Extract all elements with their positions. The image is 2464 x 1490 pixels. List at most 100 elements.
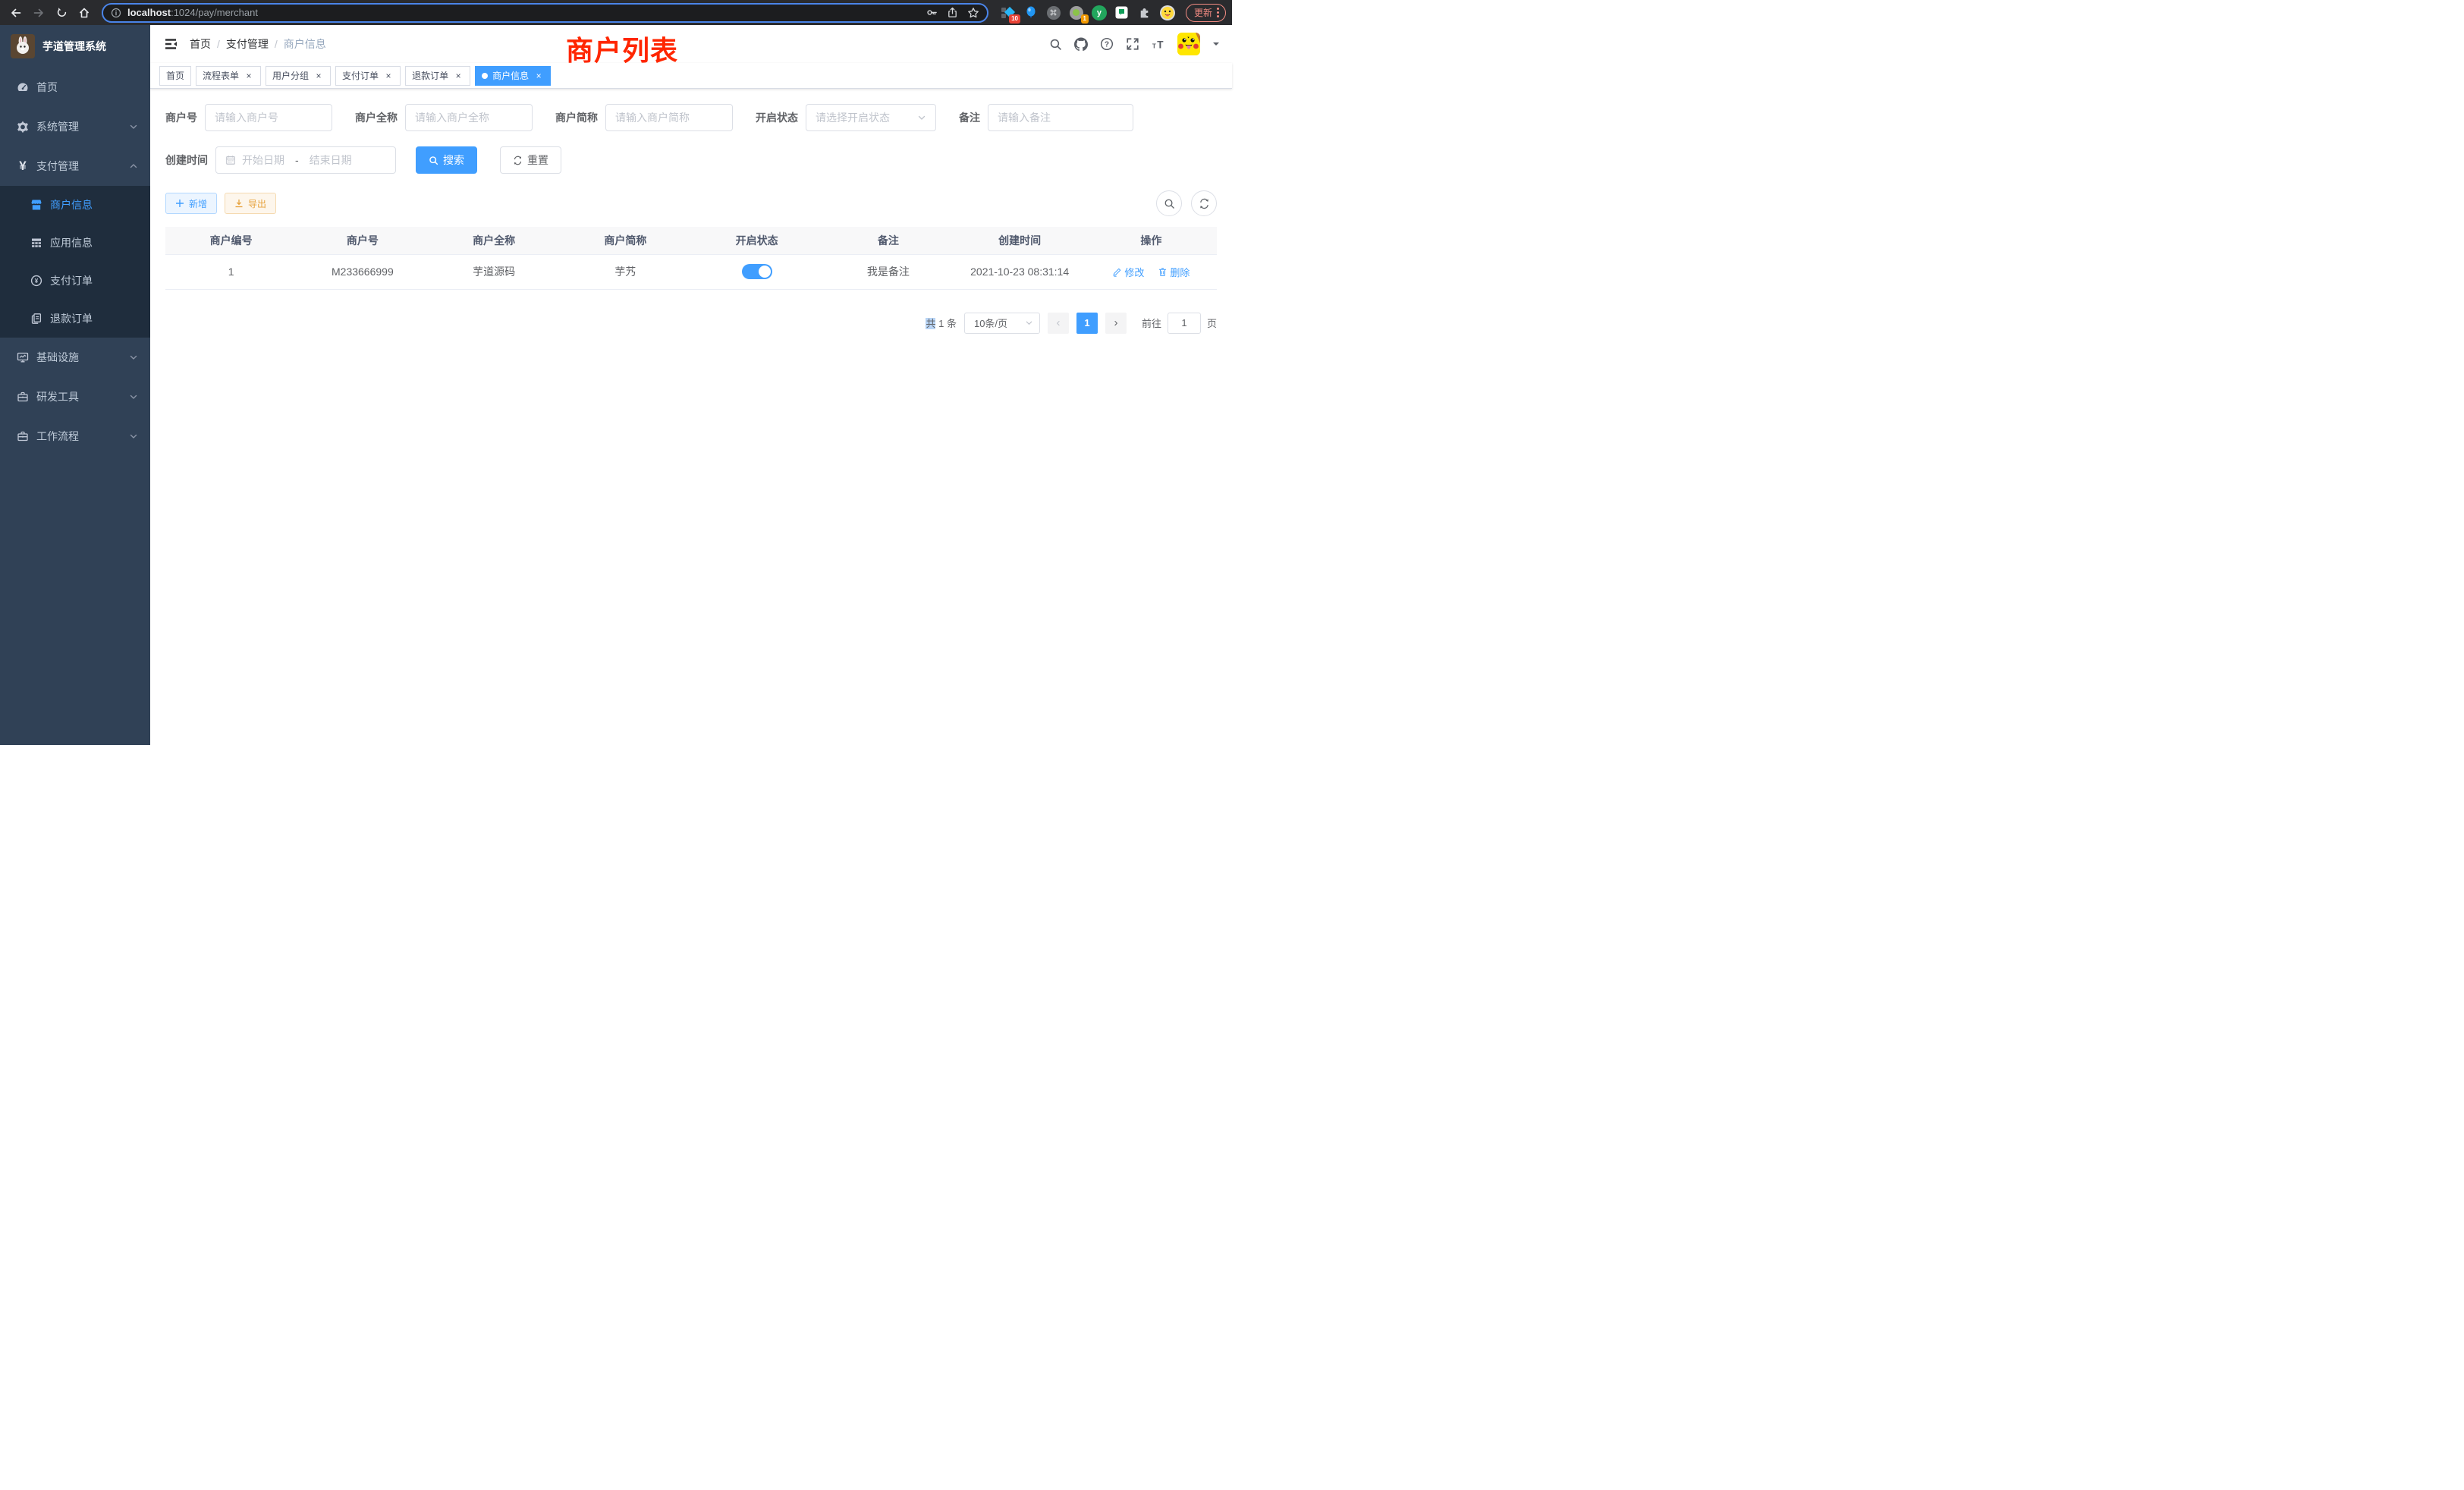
export-button[interactable]: 导出	[225, 193, 276, 214]
page-number-button[interactable]: 1	[1076, 313, 1098, 334]
sidebar-item-label: 首页	[36, 80, 58, 95]
close-icon[interactable]: ×	[533, 71, 544, 81]
close-icon[interactable]: ×	[383, 71, 394, 81]
pagination-total: 共 1 条	[926, 316, 957, 330]
breadcrumb-payment[interactable]: 支付管理	[226, 36, 269, 52]
extension-green-y-icon[interactable]: y	[1092, 5, 1107, 20]
start-date-input[interactable]: 开始日期	[242, 152, 284, 168]
sidebar-item-dev-tools[interactable]: 研发工具	[0, 377, 150, 417]
sidebar-item-system[interactable]: 系统管理	[0, 107, 150, 146]
sidebar-item-refund-orders[interactable]: 退款订单	[0, 300, 150, 338]
url-text[interactable]: localhost:1024/pay/merchant	[127, 7, 258, 18]
table-header-row: 商户编号 商户号 商户全称 商户简称 开启状态 备注 创建时间 操作	[165, 227, 1217, 254]
extension-diamond-icon[interactable]: 10	[1001, 5, 1016, 20]
cell-short-name: 芋艿	[560, 254, 691, 289]
extension-hangouts-icon[interactable]	[1114, 5, 1130, 20]
merchant-no-input[interactable]	[215, 112, 322, 124]
filter-label: 备注	[959, 110, 980, 125]
calendar-icon	[225, 155, 236, 165]
app-logo[interactable]: 芋道管理系统	[0, 25, 150, 68]
short-name-input[interactable]	[615, 112, 723, 124]
browser-home-icon[interactable]	[74, 3, 94, 23]
dashboard-icon	[17, 81, 29, 93]
filter-label: 商户号	[165, 110, 197, 125]
breadcrumb-separator: /	[275, 38, 278, 50]
edit-link[interactable]: 修改	[1112, 265, 1144, 279]
help-icon[interactable]: ?	[1100, 37, 1114, 51]
tag-home[interactable]: 首页	[159, 66, 191, 86]
status-toggle[interactable]	[742, 264, 772, 279]
sidebar-item-workflow[interactable]: 工作流程	[0, 417, 150, 456]
sidebar-item-label: 商户信息	[50, 197, 93, 212]
sidebar-item-app-info[interactable]: 应用信息	[0, 224, 150, 262]
close-icon[interactable]: ×	[313, 71, 324, 81]
end-date-input[interactable]: 结束日期	[310, 152, 352, 168]
page-content: 商户号 商户全称 商户简称 开启状态 请选择开启状态	[150, 89, 1232, 745]
add-button[interactable]: 新增	[165, 193, 217, 214]
full-name-input[interactable]	[415, 112, 523, 124]
filter-short-name: 商户简称	[555, 104, 733, 131]
github-icon[interactable]	[1074, 37, 1088, 51]
fullscreen-icon[interactable]	[1126, 37, 1139, 51]
breadcrumb-current: 商户信息	[284, 36, 326, 52]
app-header: 首页 / 支付管理 / 商户信息 ?	[150, 25, 1232, 63]
bookmark-star-icon[interactable]	[967, 7, 979, 19]
filter-label: 创建时间	[165, 152, 208, 168]
sidebar-item-label: 基础设施	[36, 350, 79, 365]
close-icon[interactable]: ×	[244, 71, 254, 81]
pagination: 共 1 条 10条/页 ‹ 1 › 前往 页	[165, 313, 1217, 334]
breadcrumb-separator: /	[217, 38, 220, 50]
browser-menu-icon[interactable]	[1217, 8, 1219, 17]
delete-link[interactable]: 删除	[1158, 265, 1190, 279]
avatar-caret-icon[interactable]	[1212, 40, 1220, 48]
extension-recorder-icon[interactable]: 1	[1069, 5, 1084, 20]
toggle-search-button[interactable]	[1156, 190, 1182, 216]
font-size-icon[interactable]: TT	[1152, 37, 1165, 51]
sidebar-collapse-icon[interactable]	[162, 36, 179, 52]
close-icon[interactable]: ×	[453, 71, 464, 81]
refresh-table-button[interactable]	[1191, 190, 1217, 216]
search-button[interactable]: 搜索	[416, 146, 477, 174]
next-page-button[interactable]: ›	[1105, 313, 1127, 334]
share-icon[interactable]	[947, 7, 958, 18]
browser-update-button[interactable]: 更新	[1186, 4, 1226, 22]
browser-forward-icon[interactable]	[29, 3, 49, 23]
browser-reload-icon[interactable]	[52, 3, 71, 23]
browser-back-icon[interactable]	[6, 3, 26, 23]
chevron-down-icon	[129, 353, 138, 362]
reset-button[interactable]: 重置	[500, 146, 561, 174]
chevron-down-icon	[1025, 319, 1033, 327]
sidebar-item-payment[interactable]: ¥ 支付管理	[0, 146, 150, 186]
tag-pay-orders[interactable]: 支付订单×	[335, 66, 401, 86]
date-range-picker[interactable]: 开始日期 - 结束日期	[215, 146, 396, 174]
goto-page-input[interactable]	[1168, 313, 1201, 334]
info-icon[interactable]	[111, 8, 121, 18]
header-search-icon[interactable]	[1048, 37, 1062, 51]
extension-balloon-icon[interactable]	[1023, 5, 1039, 20]
page-size-select[interactable]: 10条/页	[964, 313, 1040, 334]
svg-text:¥: ¥	[35, 278, 39, 284]
sidebar-item-infrastructure[interactable]: 基础设施	[0, 338, 150, 377]
prev-page-button[interactable]: ‹	[1048, 313, 1069, 334]
sidebar-item-pay-orders[interactable]: ¥ 支付订单	[0, 262, 150, 300]
extension-command-icon[interactable]	[1046, 5, 1061, 20]
column-header: 商户号	[297, 227, 428, 254]
sidebar-item-merchant-info[interactable]: 商户信息	[0, 186, 150, 224]
browser-profile-avatar[interactable]	[1160, 5, 1175, 20]
chevron-down-icon	[129, 122, 138, 131]
app-title: 芋道管理系统	[42, 39, 106, 54]
sidebar-item-home[interactable]: 首页	[0, 68, 150, 107]
tag-merchant-info[interactable]: 商户信息×	[475, 66, 551, 86]
tag-refund-orders[interactable]: 退款订单×	[405, 66, 470, 86]
user-avatar[interactable]	[1177, 33, 1200, 55]
remark-input[interactable]	[998, 112, 1124, 124]
key-icon[interactable]	[926, 7, 938, 18]
tag-user-group[interactable]: 用户分组×	[266, 66, 331, 86]
tag-process-form[interactable]: 流程表单×	[196, 66, 261, 86]
table-row: 1 M233666999 芋道源码 芋艿 我是备注 2021-10-23 08:…	[165, 254, 1217, 289]
filter-label: 商户简称	[555, 110, 598, 125]
extensions-puzzle-icon[interactable]	[1137, 5, 1152, 20]
status-select[interactable]: 请选择开启状态	[806, 104, 936, 131]
address-bar[interactable]: localhost:1024/pay/merchant	[102, 3, 988, 23]
breadcrumb-home[interactable]: 首页	[190, 36, 211, 52]
